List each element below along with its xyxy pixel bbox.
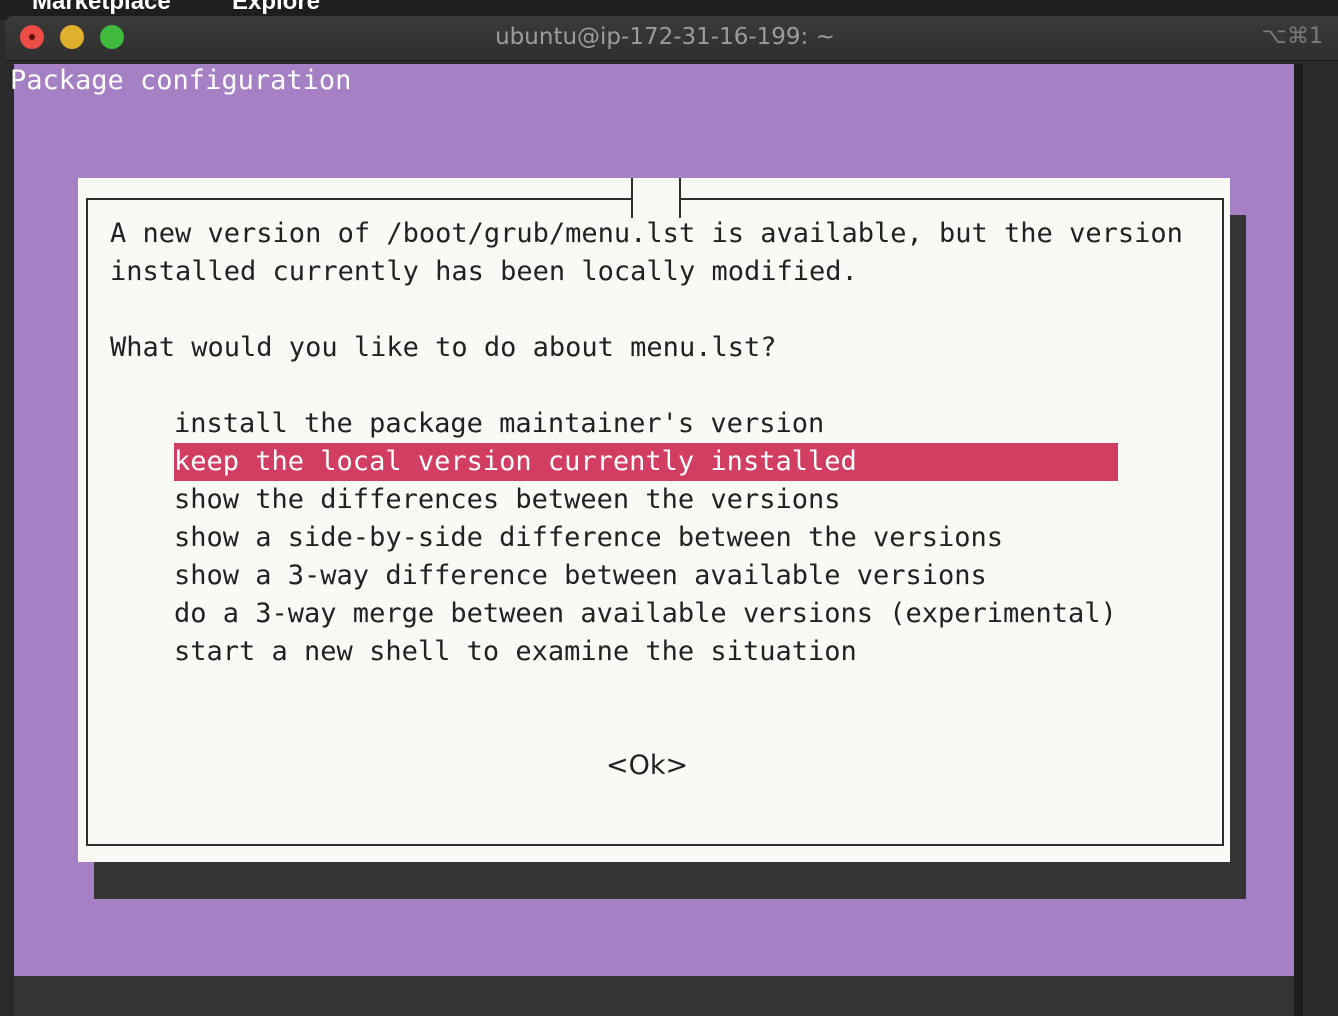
dialog-message: A new version of /boot/grub/menu.lst is … <box>110 215 1183 291</box>
terminal-scrollbar[interactable] <box>1294 64 1303 1016</box>
dialog-message-line-2: installed currently has been locally mod… <box>110 256 858 287</box>
option-side-by-side-difference[interactable]: show a side-by-side difference between t… <box>174 519 1118 557</box>
package-configuration-header: Package configuration <box>10 65 352 96</box>
background-nav-explore: Explore <box>232 0 321 15</box>
window-right-edge <box>1303 64 1338 1016</box>
ok-button[interactable]: <Ok> <box>606 747 688 785</box>
dialog-question: What would you like to do about menu.lst… <box>110 332 777 363</box>
option-start-new-shell[interactable]: start a new shell to examine the situati… <box>174 633 1118 671</box>
dialog-title-slot <box>631 178 681 218</box>
dialog-message-line-1: A new version of /boot/grub/menu.lst is … <box>110 218 1183 249</box>
option-3-way-merge[interactable]: do a 3-way merge between available versi… <box>174 595 1118 633</box>
option-3-way-difference[interactable]: show a 3-way difference between availabl… <box>174 557 1118 595</box>
terminal-bottom-area <box>14 976 1294 1016</box>
options-list: install the package maintainer's version… <box>174 405 1118 671</box>
window-shortcut-label: ⌥⌘1 <box>1261 24 1323 49</box>
config-dialog: A new version of /boot/grub/menu.lst is … <box>78 178 1230 862</box>
background-nav-marketplace: Marketplace <box>32 0 171 15</box>
option-keep-local-version[interactable]: keep the local version currently install… <box>174 443 1118 481</box>
window-title: ubuntu@ip-172-31-16-199: ~ <box>495 24 835 50</box>
option-install-maintainer-version[interactable]: install the package maintainer's version <box>174 405 1118 443</box>
window-titlebar[interactable]: ubuntu@ip-172-31-16-199: ~ ⌥⌘1 <box>5 16 1338 61</box>
option-show-differences[interactable]: show the differences between the version… <box>174 481 1118 519</box>
